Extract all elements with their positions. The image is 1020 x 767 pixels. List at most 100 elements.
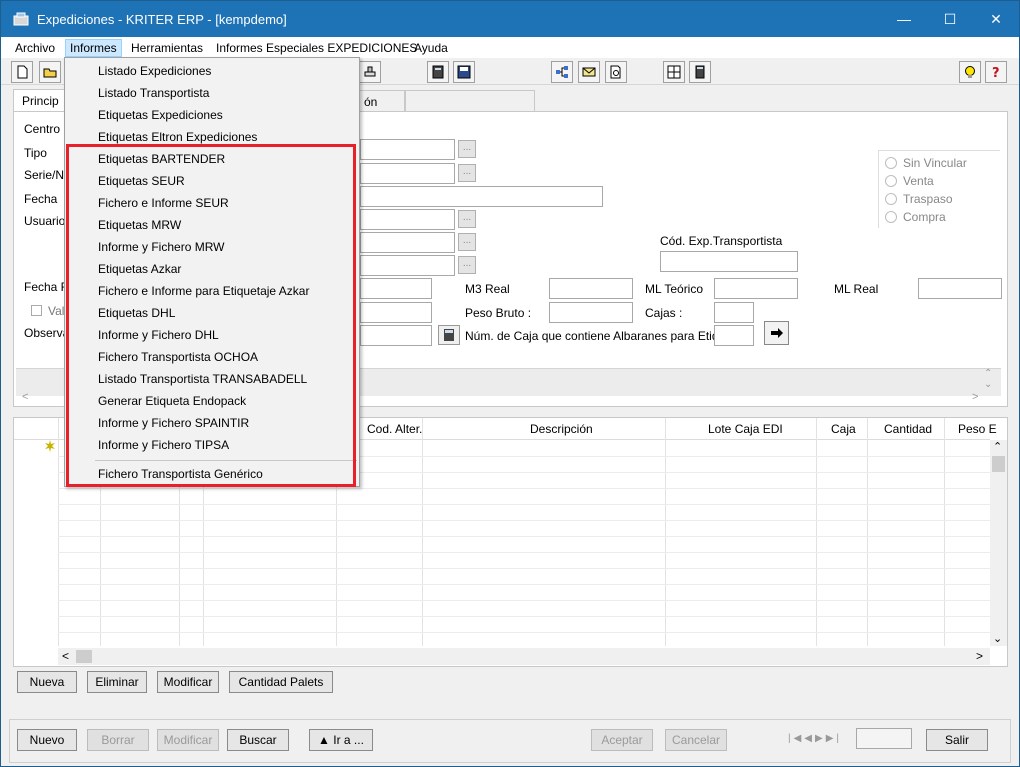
tab-other[interactable]: ón bbox=[355, 90, 405, 111]
val-checkbox[interactable] bbox=[31, 305, 42, 316]
radio-traspaso[interactable] bbox=[885, 193, 897, 205]
peso-bruto-field[interactable] bbox=[549, 302, 633, 323]
save-icon[interactable] bbox=[453, 61, 475, 83]
cod-exp-field[interactable] bbox=[660, 251, 798, 272]
prev-record-icon[interactable]: ◀ bbox=[804, 733, 815, 744]
buscar-button[interactable]: Buscar bbox=[227, 729, 289, 751]
radio-compra[interactable] bbox=[885, 211, 897, 223]
cajas-field[interactable] bbox=[714, 302, 754, 323]
chevron-left-icon[interactable]: < bbox=[22, 391, 28, 403]
column-descripcion[interactable]: Descripción bbox=[530, 422, 593, 436]
minimize-button[interactable]: — bbox=[881, 1, 927, 37]
val-field[interactable] bbox=[360, 302, 432, 323]
stamp-icon[interactable] bbox=[359, 61, 381, 83]
m3-real-field[interactable] bbox=[549, 278, 633, 299]
usuario-ellipsis-button[interactable]: ... bbox=[458, 210, 476, 228]
help-icon[interactable]: ? bbox=[985, 61, 1007, 83]
menu-informes[interactable]: Informes bbox=[65, 39, 122, 57]
num-caja-field[interactable] bbox=[714, 325, 754, 346]
cancelar-button[interactable]: Cancelar bbox=[665, 729, 727, 751]
scroll-up-icon[interactable]: ⌃ bbox=[993, 440, 1002, 453]
arrow-right-icon bbox=[771, 328, 783, 338]
grid-horizontal-scrollbar[interactable] bbox=[58, 648, 990, 665]
next-record-icon[interactable]: ▶ bbox=[815, 733, 826, 744]
radio-sin-vincular[interactable] bbox=[885, 157, 897, 169]
grid-horizontal-thumb[interactable] bbox=[76, 650, 92, 663]
aceptar-button[interactable]: Aceptar bbox=[591, 729, 653, 751]
eliminar-button[interactable]: Eliminar bbox=[87, 671, 147, 693]
scroll-down-icon[interactable]: ⌄ bbox=[993, 632, 1002, 645]
hierarchy-icon[interactable] bbox=[551, 61, 573, 83]
cantidad-palets-button[interactable]: Cantidad Palets bbox=[229, 671, 333, 693]
grid-vertical-thumb[interactable] bbox=[992, 456, 1005, 472]
modificar-button[interactable]: Modificar bbox=[157, 729, 219, 751]
label-centro: Centro bbox=[24, 122, 61, 136]
mail-icon[interactable] bbox=[578, 61, 600, 83]
label-ml-real: ML Real bbox=[834, 282, 879, 296]
radio-venta[interactable] bbox=[885, 175, 897, 187]
fecha-r-field[interactable] bbox=[360, 278, 432, 299]
menu-listado-expediciones[interactable]: Listado Expediciones bbox=[98, 64, 211, 78]
last-record-icon[interactable]: ▶| bbox=[826, 733, 842, 744]
close-button[interactable]: ✕ bbox=[973, 1, 1019, 37]
scroll-left-icon[interactable]: < bbox=[62, 649, 69, 663]
menu-etiquetas-expediciones[interactable]: Etiquetas Expediciones bbox=[98, 108, 223, 122]
menu-listado-transportista[interactable]: Listado Transportista bbox=[98, 86, 209, 100]
tipo-ellipsis-button[interactable]: ... bbox=[458, 140, 476, 158]
column-caja[interactable]: Caja bbox=[831, 422, 856, 436]
ml-teorico-field[interactable] bbox=[714, 278, 798, 299]
svg-text:?: ? bbox=[992, 66, 1000, 79]
tab-blank[interactable] bbox=[405, 90, 535, 111]
label-val: Val bbox=[48, 304, 65, 318]
menu-archivo[interactable]: Archivo bbox=[11, 40, 59, 56]
modificar-row-button[interactable]: Modificar bbox=[157, 671, 219, 693]
new-document-icon[interactable] bbox=[11, 61, 33, 83]
calculator-icon[interactable] bbox=[427, 61, 449, 83]
maximize-button[interactable]: ☐ bbox=[927, 1, 973, 37]
open-folder-icon[interactable] bbox=[39, 61, 61, 83]
menu-herramientas[interactable]: Herramientas bbox=[127, 40, 207, 56]
grid-icon[interactable] bbox=[663, 61, 685, 83]
usuario-field[interactable] bbox=[360, 209, 455, 230]
observaciones-field[interactable] bbox=[360, 325, 432, 346]
calculator-button[interactable] bbox=[438, 325, 460, 345]
borrar-button[interactable]: Borrar bbox=[87, 729, 149, 751]
column-peso[interactable]: Peso E bbox=[958, 422, 997, 436]
fecha-field[interactable] bbox=[360, 186, 603, 207]
ir-a-button[interactable]: ▲ Ir a ... bbox=[309, 729, 373, 751]
menu-etiquetas-eltron[interactable]: Etiquetas Eltron Expediciones bbox=[98, 130, 257, 144]
title-bar: Expediciones - KRITER ERP - [kempdemo] —… bbox=[1, 1, 1019, 37]
menu-ayuda[interactable]: Ayuda bbox=[410, 40, 452, 56]
label-usuario: Usuario bbox=[24, 214, 66, 228]
row6-ellipsis-button[interactable]: ... bbox=[458, 233, 476, 251]
row7-ellipsis-button[interactable]: ... bbox=[458, 256, 476, 274]
column-cantidad[interactable]: Cantidad bbox=[884, 422, 932, 436]
radio-venta-label: Venta bbox=[903, 174, 934, 188]
print-preview-icon[interactable] bbox=[605, 61, 627, 83]
radio-compra-label: Compra bbox=[903, 210, 946, 224]
tipo-field[interactable] bbox=[360, 139, 455, 160]
record-navigator[interactable]: |◀◀▶▶| bbox=[788, 733, 842, 749]
scroll-right-icon[interactable]: > bbox=[976, 649, 983, 663]
chevron-right-icon[interactable]: > bbox=[972, 391, 978, 403]
tab-principal[interactable]: Princip bbox=[13, 89, 69, 112]
first-record-icon[interactable]: |◀ bbox=[788, 733, 804, 744]
lightbulb-icon[interactable] bbox=[959, 61, 981, 83]
column-cod-alter[interactable]: Cod. Alter. bbox=[367, 422, 422, 436]
nueva-button[interactable]: Nueva bbox=[17, 671, 77, 693]
nuevo-button[interactable]: Nuevo bbox=[17, 729, 77, 751]
salir-button[interactable]: Salir bbox=[926, 729, 988, 751]
record-number-field[interactable] bbox=[856, 728, 912, 749]
new-row-star-icon bbox=[45, 440, 55, 452]
calculator-small-icon[interactable] bbox=[689, 61, 711, 83]
column-lote-caja-edi[interactable]: Lote Caja EDI bbox=[708, 422, 783, 436]
serie-field[interactable] bbox=[360, 163, 455, 184]
go-arrow-button[interactable] bbox=[764, 321, 789, 345]
serie-ellipsis-button[interactable]: ... bbox=[458, 164, 476, 182]
field-row7[interactable] bbox=[360, 255, 455, 276]
chevron-down-icon[interactable]: ⌄ bbox=[984, 379, 992, 390]
menu-informes-especiales[interactable]: Informes Especiales EXPEDICIONES bbox=[212, 40, 421, 56]
field-row6[interactable] bbox=[360, 232, 455, 253]
chevron-up-icon[interactable]: ⌃ bbox=[984, 368, 992, 379]
ml-real-field[interactable] bbox=[918, 278, 1002, 299]
